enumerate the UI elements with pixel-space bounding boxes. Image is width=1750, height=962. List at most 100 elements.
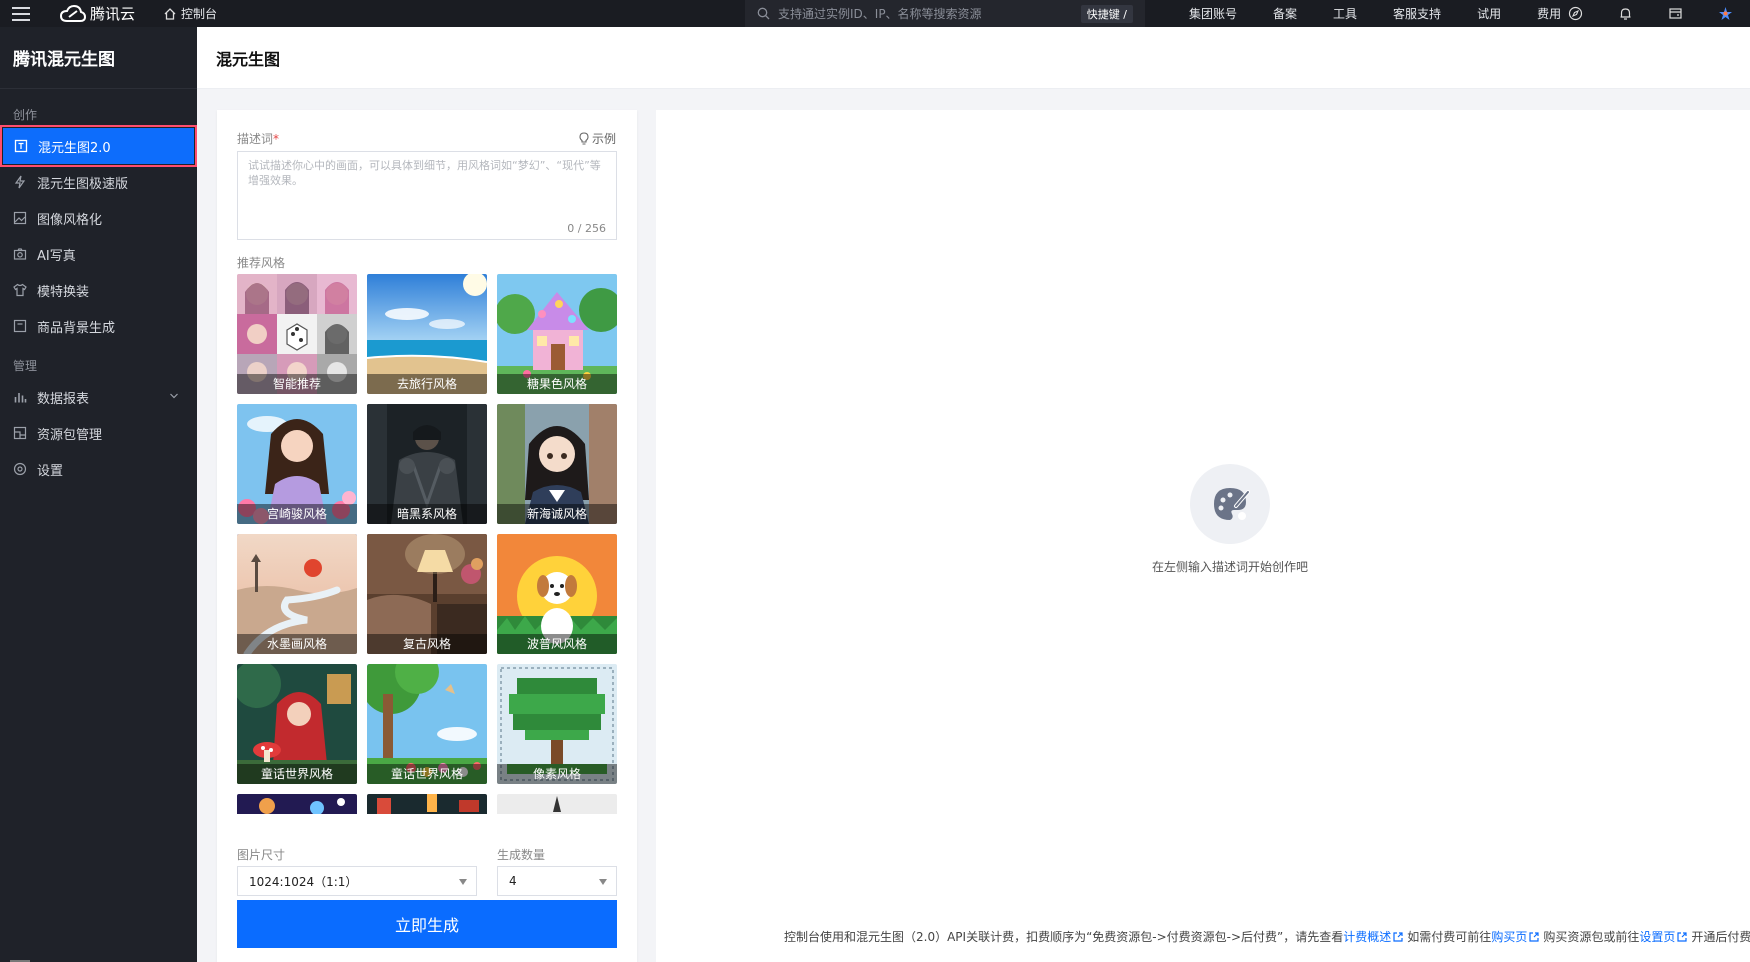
sidebar-item-product-bg[interactable]: 商品背景生成	[0, 308, 197, 344]
size-select[interactable]: 1024:1024（1:1）	[237, 866, 477, 896]
chevron-down-icon[interactable]	[169, 391, 179, 401]
lightbulb-icon	[579, 132, 589, 145]
sidebar-item-hunyuan-fast[interactable]: 混元生图极速版	[0, 164, 197, 200]
style-tile-pop[interactable]: 波普风风格	[497, 534, 617, 654]
style-tile-partial[interactable]	[237, 794, 357, 814]
footnote-text: 开通后付费。	[1691, 930, 1750, 944]
sidebar-item-label: 商品背景生成	[37, 320, 116, 336]
sidebar-item-settings[interactable]: 设置	[0, 451, 197, 487]
style-caption: 复古风格	[367, 634, 487, 654]
style-tile-candy[interactable]: 糖果色风格	[497, 274, 617, 394]
top-link-group-account[interactable]: 集团账号	[1171, 5, 1255, 22]
sidebar-item-label: 混元生图2.0	[38, 140, 111, 156]
style-tile-partial[interactable]	[367, 794, 487, 814]
style-tile-ghibli[interactable]: 宫崎骏风格	[237, 404, 357, 524]
style-caption: 水墨画风格	[237, 634, 357, 654]
style-tile-travel[interactable]: 去旅行风格	[367, 274, 487, 394]
sketch-thumbnail	[497, 794, 617, 814]
empty-state-text: 在左侧输入描述词开始创作吧	[1151, 560, 1308, 574]
bell-icon	[1620, 8, 1630, 20]
style-caption: 新海诚风格	[497, 504, 617, 524]
tencent-cloud-logo[interactable]: 腾讯云	[42, 0, 135, 27]
count-label: 生成数量	[497, 848, 546, 862]
styles-label: 推荐风格	[237, 256, 286, 270]
required-mark: *	[273, 132, 280, 146]
top-link-filing[interactable]: 备案	[1255, 5, 1315, 22]
style-caption: 智能推荐	[237, 374, 357, 394]
page-header: 混元生图	[197, 27, 1750, 89]
top-icons	[1550, 0, 1750, 27]
settings-page-link[interactable]: 设置页	[1639, 930, 1675, 944]
group-label-create: 创作	[13, 108, 38, 122]
external-link-icon	[1677, 932, 1687, 942]
empty-icon-circle	[1190, 464, 1270, 544]
bar-chart-icon	[14, 393, 27, 403]
inbox-icon	[1668, 8, 1682, 19]
user-avatar-button[interactable]	[1700, 0, 1750, 27]
top-link-tools[interactable]: 工具	[1315, 5, 1375, 22]
external-link-icon	[1529, 932, 1539, 942]
sidebar: 腾讯混元生图 创作 混元生图2.0 混元生图极速版 图像风格化 AI写真 模特换…	[0, 27, 197, 962]
size-label: 图片尺寸	[237, 848, 286, 862]
example-link[interactable]: 示例	[578, 130, 616, 147]
style-tile-fairy-1[interactable]: 童话世界风格	[237, 664, 357, 784]
style-caption: 去旅行风格	[367, 374, 487, 394]
package-icon	[13, 426, 27, 440]
settings-icon	[13, 462, 27, 476]
style-tile-retro[interactable]: 复古风格	[367, 534, 487, 654]
sidebar-item-label: 模特换装	[37, 284, 90, 300]
sidebar-item-data-report[interactable]: 数据报表	[0, 379, 197, 415]
form-panel: 描述词* 示例 0 / 256 推荐风格 智能推荐	[217, 110, 637, 962]
inbox-button[interactable]	[1650, 0, 1700, 27]
style-caption: 像素风格	[497, 764, 617, 784]
palette-icon	[1214, 488, 1250, 520]
top-links: 集团账号 备案 工具 客服支持 试用 费用	[1171, 0, 1579, 27]
style-tile-smart[interactable]: 智能推荐	[237, 274, 357, 394]
shirt-icon	[13, 283, 27, 297]
style-tile-partial[interactable]	[497, 794, 617, 814]
page-title: 混元生图	[216, 49, 281, 69]
style-caption: 波普风风格	[497, 634, 617, 654]
sidebar-item-package[interactable]: 资源包管理	[0, 415, 197, 451]
result-canvas: 在左侧输入描述词开始创作吧 控制台使用和混元生图（2.0）API关联计费，扣费顺…	[656, 110, 1750, 962]
style-caption: 糖果色风格	[497, 374, 617, 394]
top-bar: 腾讯云 控制台 快捷键 / 集团账号 备案 工具 客服支持 试用 费用	[0, 0, 1750, 27]
style-caption: 暗黑系风格	[367, 504, 487, 524]
group-label-manage: 管理	[13, 359, 38, 373]
size-value: 1024:1024（1:1）	[249, 874, 358, 889]
hamburger-menu-icon[interactable]	[0, 0, 42, 27]
global-search: 快捷键 /	[745, 0, 1145, 27]
style-tile-ink[interactable]: 水墨画风格	[237, 534, 357, 654]
console-link[interactable]: 控制台	[163, 5, 217, 22]
cloud-logo-icon	[60, 4, 86, 22]
caret-down-icon	[599, 879, 607, 885]
billing-overview-link[interactable]: 计费概述	[1343, 930, 1391, 944]
billing-footnote: 控制台使用和混元生图（2.0）API关联计费，扣费顺序为“免费资源包->付费资源…	[784, 928, 1750, 945]
search-input[interactable]	[778, 6, 1078, 21]
style-tile-shinkai[interactable]: 新海诚风格	[497, 404, 617, 524]
style-tile-dark[interactable]: 暗黑系风格	[367, 404, 487, 524]
top-link-support[interactable]: 客服支持	[1375, 5, 1459, 22]
image-frame-icon	[14, 139, 28, 153]
style-tile-pixel[interactable]: 像素风格	[497, 664, 617, 784]
sidebar-item-model-outfit[interactable]: 模特换装	[0, 272, 197, 308]
prompt-label-text: 描述词	[237, 132, 274, 146]
style-tile-fairy-2[interactable]: 童话世界风格	[367, 664, 487, 784]
style-caption: 童话世界风格	[237, 764, 357, 784]
lightning-icon	[14, 175, 26, 189]
footnote-text: 购买资源包或前往	[1543, 930, 1640, 944]
sidebar-item-stylize[interactable]: 图像风格化	[0, 200, 197, 236]
chat-button[interactable]	[1550, 0, 1600, 27]
sidebar-item-label: 资源包管理	[37, 427, 103, 443]
top-link-trial[interactable]: 试用	[1459, 5, 1519, 22]
shortcut-badge: 快捷键 /	[1080, 5, 1133, 23]
prompt-box: 0 / 256	[237, 151, 617, 240]
generate-button[interactable]: 立即生成	[237, 900, 617, 948]
purchase-page-link[interactable]: 购买页	[1491, 930, 1527, 944]
notification-button[interactable]	[1600, 0, 1650, 27]
prompt-textarea[interactable]	[238, 152, 616, 239]
style-caption: 童话世界风格	[367, 764, 487, 784]
count-select[interactable]: 4	[497, 866, 617, 896]
sidebar-item-hunyuan-2[interactable]: 混元生图2.0	[0, 125, 197, 167]
sidebar-item-ai-portrait[interactable]: AI写真	[0, 236, 197, 272]
